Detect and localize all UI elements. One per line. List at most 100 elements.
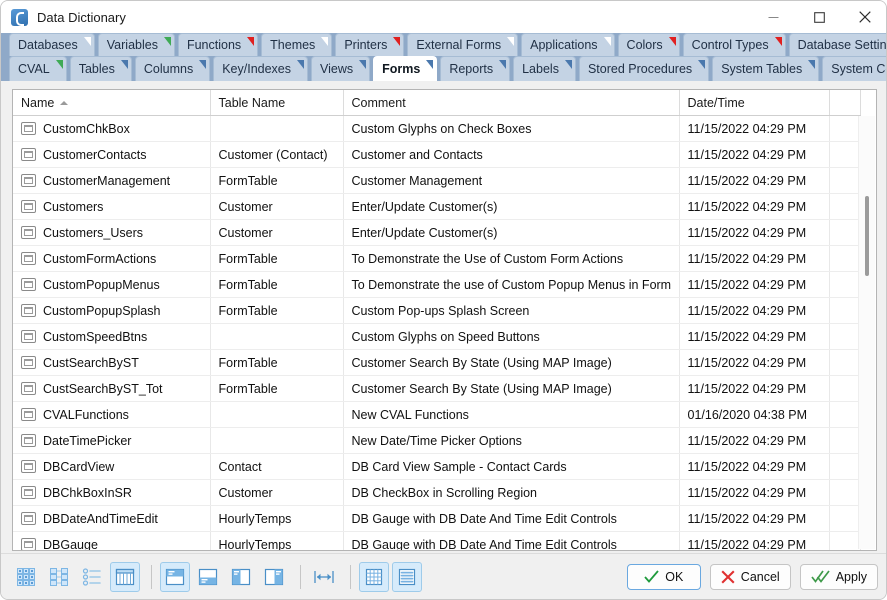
table-row[interactable]: CustomChkBox Custom Glyphs on Check Boxes… <box>13 115 861 142</box>
tab-control-types[interactable]: Control Types <box>682 33 786 56</box>
cell-comment: New Date/Time Picker Options <box>343 427 680 454</box>
preview-top-button[interactable] <box>160 561 190 592</box>
list-view-button[interactable] <box>77 562 107 592</box>
cell-name-label: CustomChkBox <box>43 121 130 136</box>
cell-extra <box>829 479 861 506</box>
column-header-name[interactable]: Name <box>13 90 211 116</box>
table-row[interactable]: CVALFunctions New CVAL Functions 01/16/202… <box>13 401 861 428</box>
cell-table-name <box>210 401 344 428</box>
table-row[interactable]: DBDateAndTimeEdit HourlyTemps DB Gauge wit… <box>13 505 861 532</box>
tab-label: Database Settings <box>797 38 887 52</box>
column-header-comment[interactable]: Comment <box>343 90 680 116</box>
tab-forms[interactable]: Forms <box>373 56 438 81</box>
window-title: Data Dictionary <box>37 9 126 25</box>
tab-system-columns[interactable]: System Columns <box>822 56 886 81</box>
cell-name: CustomFormActions <box>13 245 211 272</box>
cell-comment: Custom Glyphs on Check Boxes <box>343 115 680 142</box>
scrollbar-thumb[interactable] <box>865 196 869 276</box>
column-header-datetime[interactable]: Date/Time <box>679 90 830 116</box>
tab-databases[interactable]: Databases <box>9 33 95 56</box>
small-icons-view-button[interactable] <box>44 562 74 592</box>
tab-views[interactable]: Views <box>311 56 371 81</box>
tab-database-settings[interactable]: Database Settings <box>788 33 887 56</box>
apply-button[interactable]: Apply <box>799 563 878 590</box>
cell-extra <box>829 193 861 220</box>
form-icon <box>21 304 36 317</box>
tab-applications[interactable]: Applications <box>521 33 615 56</box>
table-row[interactable]: DateTimePicker New Date/Time Picker Optio… <box>13 427 861 454</box>
table-row[interactable]: DBCardView Contact DB Card View Sample - C… <box>13 453 861 480</box>
minimize-button[interactable] <box>750 1 796 33</box>
tab-external-forms[interactable]: External Forms <box>407 33 519 56</box>
table-row[interactable]: Customers Customer Enter/Update Customer(s… <box>13 193 861 220</box>
grid-view-button[interactable] <box>110 561 140 592</box>
table-row[interactable]: CustSearchByST_Tot FormTable Customer Sear… <box>13 375 861 402</box>
tab-label: Views <box>320 62 354 76</box>
tab-tables[interactable]: Tables <box>69 56 132 81</box>
form-icon <box>21 434 36 447</box>
preview-bottom-button[interactable] <box>193 562 223 592</box>
toolbar-separator <box>300 564 301 589</box>
tab-stored-procedures[interactable]: Stored Procedures <box>578 56 710 81</box>
cancel-button[interactable]: Cancel <box>709 563 791 590</box>
cell-extra <box>829 245 861 272</box>
tab-marker-icon <box>499 60 507 69</box>
close-button[interactable] <box>842 1 886 33</box>
tab-reports[interactable]: Reports <box>440 56 511 81</box>
show-rowlines-button[interactable] <box>392 561 422 592</box>
maximize-button[interactable] <box>796 1 842 33</box>
tab-colors[interactable]: Colors <box>617 33 680 56</box>
ok-button[interactable]: OK <box>626 563 701 590</box>
tab-columns[interactable]: Columns <box>134 56 211 81</box>
cell-table-name: Customer <box>210 193 344 220</box>
cell-datetime: 11/15/2022 04:29 PM <box>679 323 830 350</box>
vertical-scrollbar[interactable] <box>858 116 875 549</box>
column-header-extra[interactable] <box>829 90 861 116</box>
tab-variables[interactable]: Variables <box>97 33 175 56</box>
tab-label: CVAL <box>18 62 50 76</box>
table-row[interactable]: CustomSpeedBtns Custom Glyphs on Speed Bu… <box>13 323 861 350</box>
tab-functions[interactable]: Functions <box>177 33 259 56</box>
table-row[interactable]: DBGauge HourlyTemps DB Gauge with DB Date … <box>13 531 861 550</box>
cell-table-name <box>210 427 344 454</box>
cell-extra <box>829 531 861 550</box>
form-icon <box>21 174 36 187</box>
preview-right-button[interactable] <box>259 562 289 592</box>
tab-marker-icon <box>668 37 676 46</box>
preview-left-button[interactable] <box>226 562 256 592</box>
cell-name-label: CustomSpeedBtns <box>43 329 148 344</box>
tab-themes[interactable]: Themes <box>261 33 333 56</box>
table-row[interactable]: Customers_Users Customer Enter/Update Cust… <box>13 219 861 246</box>
cell-comment: To Demonstrate the use of Custom Popup M… <box>343 271 680 298</box>
tab-cval[interactable]: CVAL <box>9 56 67 81</box>
form-icon <box>21 356 36 369</box>
tab-printers[interactable]: Printers <box>335 33 405 56</box>
large-icons-view-button[interactable] <box>11 562 41 592</box>
tab-labels[interactable]: Labels <box>513 56 576 81</box>
table-row[interactable]: CustomerManagement FormTable Customer Mana… <box>13 167 861 194</box>
pane-bottom-icon <box>198 568 218 585</box>
tab-label: Labels <box>522 62 559 76</box>
tab-key-indexes[interactable]: Key/Indexes <box>213 56 308 81</box>
tab-marker-icon <box>321 37 329 46</box>
column-header-table-name[interactable]: Table Name <box>210 90 344 116</box>
gridlines-icon <box>365 568 383 585</box>
table-row[interactable]: CustomPopupSplash FormTable Custom Pop-ups… <box>13 297 861 324</box>
tab-system-tables[interactable]: System Tables <box>712 56 820 81</box>
table-row[interactable]: CustomPopupMenus FormTable To Demonstrate … <box>13 271 861 298</box>
cell-name: CustomChkBox <box>13 115 211 142</box>
column-header-label: Table Name <box>218 95 286 110</box>
cell-datetime: 11/15/2022 04:29 PM <box>679 115 830 142</box>
cell-table-name: Contact <box>210 453 344 480</box>
table-row[interactable]: CustomFormActions FormTable To Demonstrate… <box>13 245 861 272</box>
show-gridlines-button[interactable] <box>359 561 389 592</box>
cell-name-label: Customers <box>43 199 104 214</box>
cell-datetime: 11/15/2022 04:29 PM <box>679 141 830 168</box>
table-row[interactable]: CustSearchByST FormTable Customer Search B… <box>13 349 861 376</box>
table-row[interactable]: CustomerContacts Customer (Contact) Custom… <box>13 141 861 168</box>
tab-label: Key/Indexes <box>222 62 291 76</box>
form-icon <box>21 226 36 239</box>
table-row[interactable]: DBChkBoxInSR Customer DB CheckBox in Scrol… <box>13 479 861 506</box>
tab-label: Reports <box>449 62 494 76</box>
fit-columns-button[interactable] <box>309 562 339 592</box>
